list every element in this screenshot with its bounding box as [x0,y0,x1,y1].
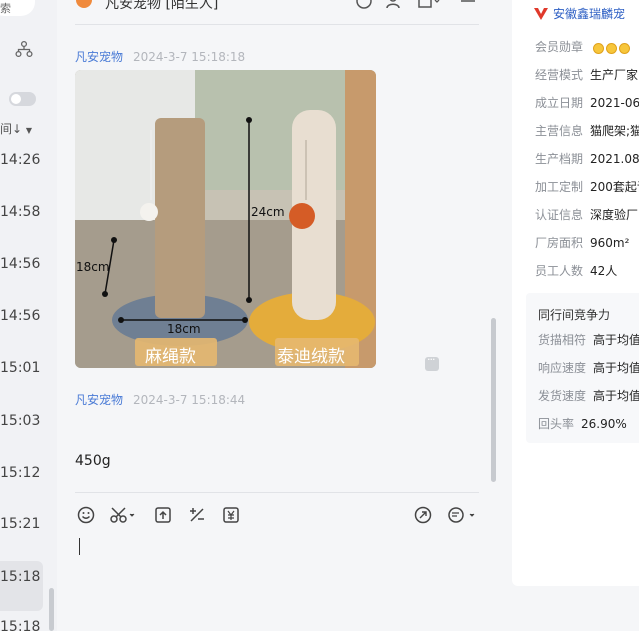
info-icon[interactable] [355,0,373,10]
info-key: 加工定制 [535,180,584,194]
message-meta: 凡安宠物 2024-3-7 15:18:44 [75,391,245,408]
chat-header: 凡安宠物 [陌生人] [57,0,500,24]
info-row: 认证信息 深度验厂 [535,206,638,223]
compete-key: 响应速度 [538,361,587,375]
upload-file-icon[interactable] [153,505,173,525]
menu-icon[interactable] [459,0,477,10]
compete-key: 发货速度 [538,389,587,403]
info-value: 960m² [590,236,630,250]
info-key: 主营信息 [535,124,584,138]
competitiveness-title: 同行间竞争力 [538,308,611,322]
conversation-time[interactable]: 15:01 [0,360,40,376]
compete-key: 回头率 [538,417,575,431]
compete-value: 高于均值 [593,333,639,347]
dimension-height: 24cm [251,205,285,219]
info-key: 厂房面积 [535,236,584,250]
variant-label-rope: 麻绳款 [145,347,196,367]
info-value: 生产厂家 [590,68,639,82]
info-key: 经营模式 [535,68,584,82]
sort-by-time-dropdown[interactable]: 间↓ ▼ [0,120,32,137]
info-row: 加工定制 200套起订 [535,178,639,195]
product-photo[interactable]: 24cm 18cm 18cm 麻绳款 泰迪绒款 [75,70,376,368]
company-logo-icon [534,8,548,20]
emoji-icon[interactable] [76,505,96,525]
info-key: 成立日期 [535,96,584,110]
message-timestamp: 2024-3-7 15:18:44 [133,393,246,407]
info-value: 2021.08. [590,152,639,166]
caret-down-icon: ▼ [25,126,33,135]
info-value: 深度验厂 [590,208,639,222]
conversation-time[interactable]: 14:56 [0,308,40,324]
message-meta: 凡安宠物 2024-3-7 15:18:18 [75,48,245,65]
compete-value: 高于均值 [593,389,639,403]
conversation-list: 索 间↓ ▼ 14:26 14:58 14:56 14:56 15:01 15:… [0,0,57,631]
add-contact-icon[interactable] [385,0,403,10]
info-row: 主营信息 猫爬架;猫 [535,122,639,139]
company-name[interactable]: 安徽鑫瑞麟宠 [553,5,625,22]
info-row: 成立日期 2021-06 [535,94,639,111]
conversation-time[interactable]: 14:58 [0,204,40,220]
conversation-time[interactable]: 15:21 [0,516,40,532]
conversation-time[interactable]: 15:18 [0,619,40,631]
compete-value: 高于均值 [593,361,639,375]
org-structure-icon[interactable] [15,40,33,58]
coupon-icon[interactable] [221,505,241,525]
divider [75,24,479,25]
info-key: 会员勋章 [535,40,584,54]
message-more-icon[interactable] [425,353,439,371]
message-timestamp: 2024-3-7 15:18:18 [133,50,246,64]
sort-label: 间↓ [0,122,23,136]
conversation-time[interactable]: 15:18 [0,569,40,585]
compete-key: 货描相符 [538,333,587,347]
search-input[interactable]: 索 [0,0,35,16]
dimension-width: 18cm [167,322,201,336]
conversation-time[interactable]: 15:12 [0,465,40,481]
screenshot-icon[interactable] [109,505,139,525]
message-input[interactable] [79,538,80,555]
info-value: 猫爬架;猫 [590,124,639,138]
info-value: 2021-06 [590,96,639,110]
compete-row: 货描相符 高于均值 [538,331,639,348]
search-text: 索 [0,2,11,15]
avatar [76,0,92,8]
message-sender[interactable]: 凡安宠物 [75,393,123,407]
conversation-time[interactable]: 14:26 [0,152,40,168]
info-row: 生产档期 2021.08. [535,150,639,167]
divider [75,492,479,493]
info-value: 42人 [590,264,618,278]
info-row: 厂房面积 960m² [535,234,629,251]
compete-row: 发货速度 高于均值 [538,387,639,404]
compete-value: 26.90% [581,417,627,431]
info-row: 员工人数 42人 [535,262,617,279]
medal-icon [618,42,630,54]
cat-scratcher-image [75,70,376,368]
dimension-side: 18cm [76,260,110,274]
chat-panel: 凡安宠物 [陌生人] 凡安宠物 2024-3-7 15:18:18 24cm 1… [57,0,500,631]
conversation-time[interactable]: 15:03 [0,413,40,429]
message-text: 450g [75,453,111,469]
compete-row: 响应速度 高于均值 [538,359,639,376]
conversation-list-scrollbar[interactable] [49,588,54,631]
info-row: 会员勋章 [535,38,632,55]
member-medals [592,41,632,55]
conversation-time[interactable]: 14:56 [0,256,40,272]
info-key: 员工人数 [535,264,584,278]
message-sender[interactable]: 凡安宠物 [75,50,123,64]
info-row: 经营模式 生产厂家 [535,66,638,83]
info-value: 200套起订 [590,180,639,194]
filter-toggle[interactable] [9,92,36,106]
info-key: 生产档期 [535,152,584,166]
discount-icon[interactable] [187,505,207,525]
medal-icon [605,42,617,54]
info-key: 认证信息 [535,208,584,222]
chat-contact-name: 凡安宠物 [陌生人] [105,0,219,12]
variant-label-plush: 泰迪绒款 [277,347,345,367]
chat-scrollbar[interactable] [491,318,496,482]
more-actions-icon[interactable] [417,0,441,10]
medal-icon [592,42,604,54]
chat-history-icon[interactable] [446,505,478,525]
compete-row: 回头率 26.90% [538,415,627,432]
quick-reply-icon[interactable] [413,505,433,525]
